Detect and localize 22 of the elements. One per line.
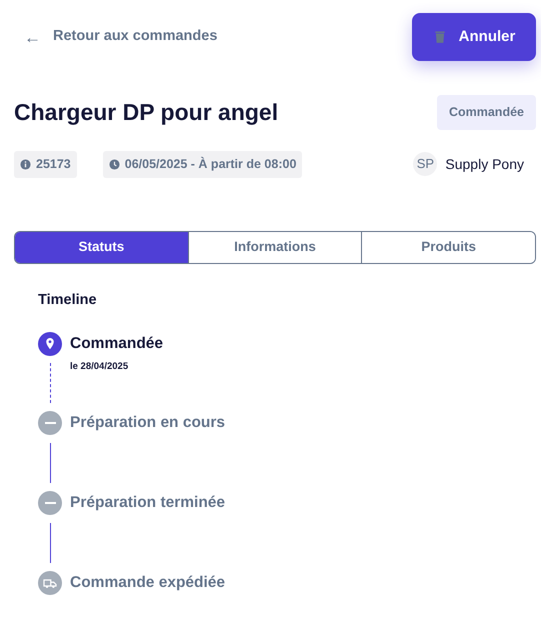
step-label: Commande expédiée — [70, 572, 226, 592]
tab[interactable]: Produits — [361, 232, 535, 262]
order-title: Chargeur DP pour angel — [14, 98, 278, 126]
step-label: Préparation en cours — [70, 412, 226, 432]
step-label: Commandée — [70, 334, 164, 354]
step-date: le 28/04/2025 — [70, 360, 130, 374]
minus-icon — [44, 502, 56, 504]
timeline-heading: Timeline — [38, 290, 98, 310]
tab[interactable]: Statuts — [15, 232, 188, 262]
cancel-button[interactable]: Annuler — [412, 13, 536, 61]
minus-icon — [44, 422, 56, 424]
info-icon — [20, 158, 31, 170]
delivery-date-chip: 06/05/2025 - À partir de 08:00 — [102, 150, 302, 178]
trash-icon — [432, 29, 447, 45]
order-id-chip: 25173 — [14, 150, 77, 178]
supplier-name: Supply Pony — [445, 154, 524, 174]
supplier-avatar: SP — [413, 152, 438, 176]
clock-icon — [108, 158, 120, 170]
back-link[interactable]: ← Retour aux commandes — [14, 16, 228, 58]
back-arrow-icon: ← — [24, 28, 41, 46]
step-label: Préparation terminée — [70, 492, 226, 512]
status-badge: Commandée — [436, 95, 536, 130]
